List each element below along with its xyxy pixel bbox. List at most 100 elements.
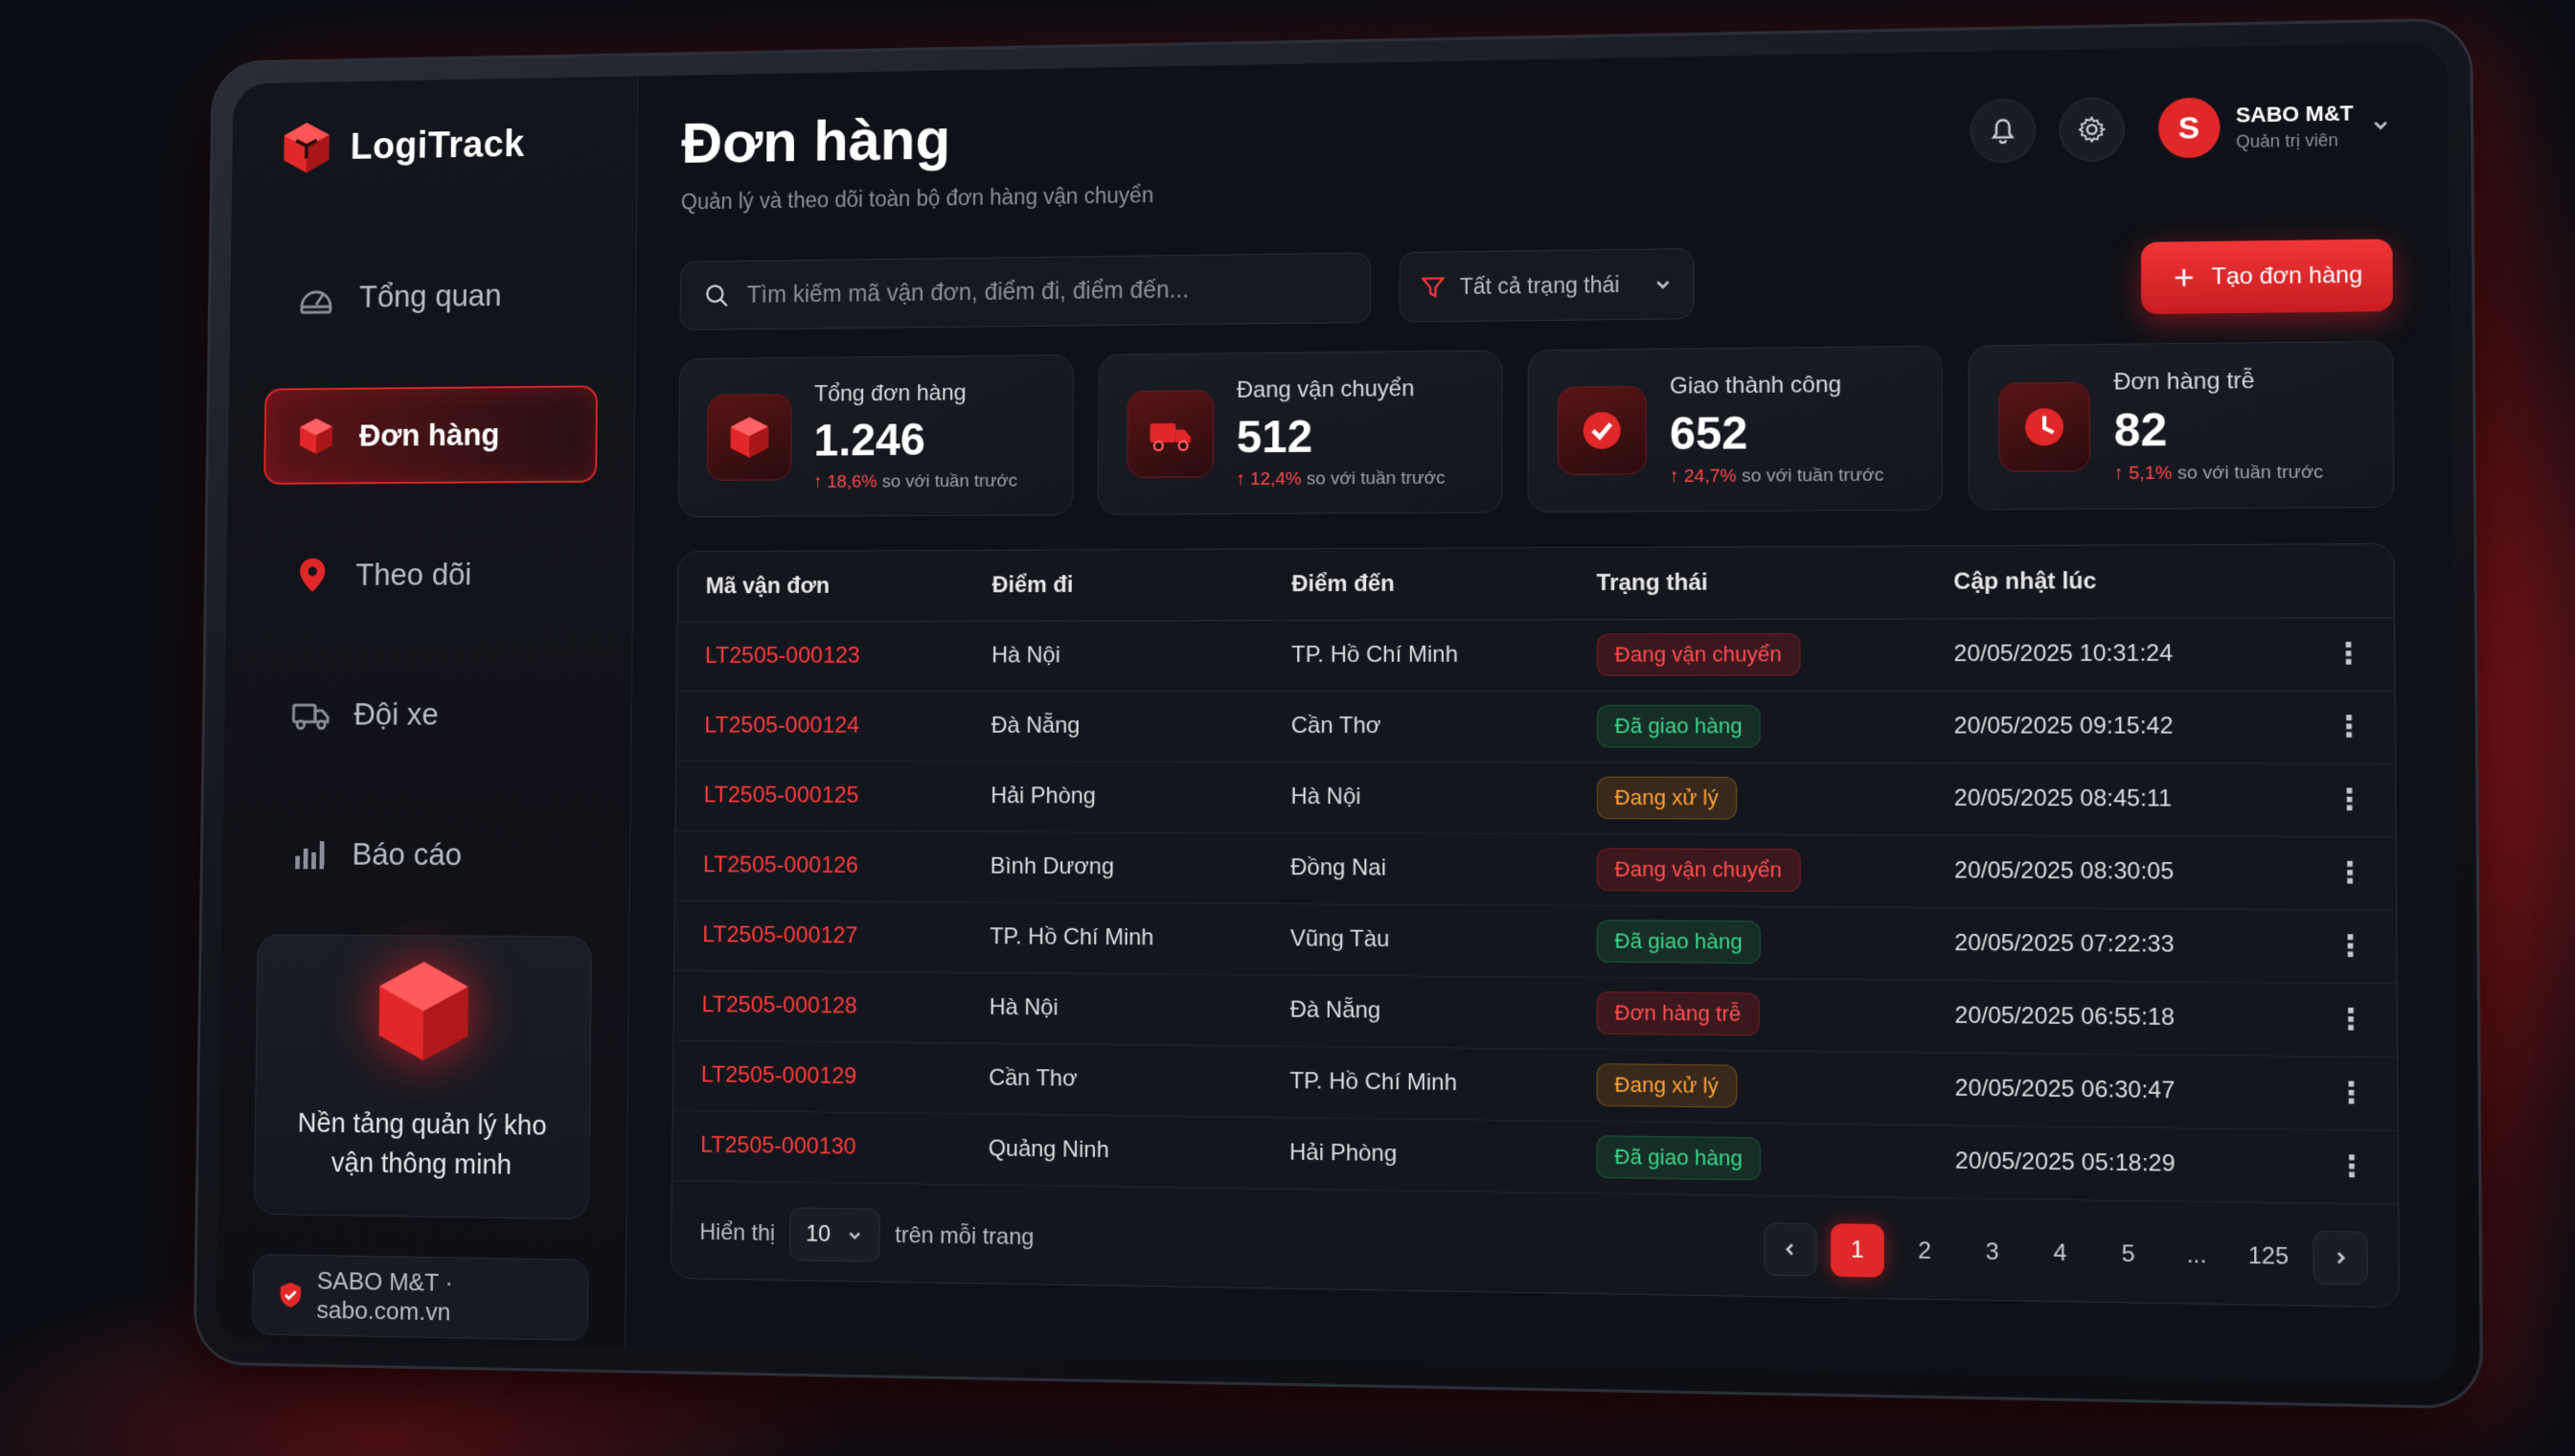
column-header-code[interactable]: Mã vận đơn: [677, 550, 965, 622]
order-code-link[interactable]: LT2505-000130: [672, 1109, 961, 1185]
per-page-control: Hiển thị 10 trên mỗi trang: [699, 1206, 1035, 1264]
stat-delta-value: 12,4%: [1250, 468, 1302, 489]
sidebar-item-overview[interactable]: Tổng quan: [265, 246, 600, 347]
order-code-link[interactable]: LT2505-000124: [676, 691, 964, 762]
page-button-5[interactable]: 5: [2101, 1227, 2155, 1282]
status-cell: Đang vận chuyển: [1566, 833, 1926, 907]
table-row[interactable]: LT2505-000125 Hải Phòng Hà Nội Đang xử l…: [675, 760, 2396, 837]
more-options-icon[interactable]: ⋮: [2303, 617, 2395, 691]
order-code-link[interactable]: LT2505-000123: [676, 621, 965, 692]
page-button-4[interactable]: 4: [2033, 1226, 2087, 1281]
more-options-icon[interactable]: ⋮: [2305, 982, 2398, 1058]
next-page-button[interactable]: [2313, 1230, 2368, 1285]
header-actions: S SABO M&T Quản trị viên: [1970, 92, 2392, 164]
status-cell: Đã giao hàng: [1567, 690, 1925, 762]
stat-value: 512: [1236, 411, 1313, 463]
stat-delta-text: so với tuần trước: [881, 470, 1018, 491]
per-page-select[interactable]: 10: [789, 1206, 880, 1263]
search-placeholder: Tìm kiếm mã vận đơn, điểm đi, điểm đến..…: [746, 276, 1190, 308]
order-code-link[interactable]: LT2505-000126: [674, 830, 963, 902]
stat-card-in-transit[interactable]: Đang vận chuyển 512 ↑ 12,4% so với tuần …: [1097, 350, 1503, 515]
origin-cell: Bình Dương: [961, 830, 1263, 904]
page-button-1[interactable]: 1: [1830, 1222, 1884, 1278]
glowing-cube-icon: [377, 961, 468, 1061]
create-order-label: Tạo đơn hàng: [2211, 262, 2363, 290]
sidebar-item-label: Tổng quan: [358, 277, 502, 314]
more-options-icon[interactable]: ⋮: [2304, 835, 2397, 910]
check-circle-icon: [1557, 385, 1647, 475]
stat-card-late[interactable]: Đơn hàng trễ 82 ↑ 5,1% so với tuần trước: [1968, 340, 2395, 511]
status-badge: Đang xử lý: [1596, 1063, 1738, 1108]
table-row[interactable]: LT2505-000127 TP. Hồ Chí Minh Vũng Tàu Đ…: [674, 899, 2397, 984]
destination-cell: Đà Nẵng: [1261, 974, 1567, 1049]
order-code-link[interactable]: LT2505-000128: [673, 969, 962, 1043]
column-header-updated[interactable]: Cập nhật lúc: [1924, 544, 2304, 619]
table-row[interactable]: LT2505-000124 Đà Nẵng Cần Thơ Đã giao hà…: [676, 690, 2396, 763]
create-order-button[interactable]: Tạo đơn hàng: [2141, 239, 2393, 315]
order-code-link[interactable]: LT2505-000125: [675, 760, 964, 831]
more-options-icon[interactable]: ⋮: [2304, 762, 2396, 837]
filter-label: Tất cả trạng thái: [1459, 271, 1620, 299]
destination-cell: Vũng Tàu: [1261, 903, 1567, 977]
status-cell: Đang xử lý: [1567, 762, 1926, 835]
promo-card: Nền tảng quản lý kho vận thông minh: [253, 934, 593, 1220]
search-input[interactable]: Tìm kiếm mã vận đơn, điểm đi, điểm đến..…: [679, 252, 1372, 330]
status-cell: Đang vận chuyển: [1567, 618, 1925, 691]
sidebar-item-fleet[interactable]: Đội xe: [260, 666, 595, 763]
stat-delta-value: 18,6%: [827, 471, 877, 492]
status-badge: Đang vận chuyển: [1596, 632, 1801, 676]
destination-cell: TP. Hồ Chí Minh: [1261, 1045, 1567, 1121]
page-button-3[interactable]: 3: [1966, 1225, 2019, 1279]
filter-icon: [1422, 277, 1446, 298]
search-icon: [703, 282, 731, 310]
stat-card-delivered[interactable]: Giao thành công 652 ↑ 24,7% so với tuần …: [1527, 345, 1944, 513]
more-options-icon[interactable]: ⋮: [2303, 690, 2396, 763]
prev-page-button[interactable]: [1764, 1221, 1817, 1276]
sidebar: LogiTrack Tổng quan Đơn hàng Theo dõi Độ…: [216, 76, 639, 1350]
status-badge: Đã giao hàng: [1596, 1135, 1762, 1181]
map-pin-icon: [292, 555, 332, 596]
truck-icon: [290, 694, 330, 735]
order-code-link[interactable]: LT2505-000129: [672, 1039, 961, 1114]
gear-icon: [2077, 115, 2107, 145]
column-header-to[interactable]: Điểm đến: [1263, 548, 1568, 621]
stat-delta-value: 5,1%: [2129, 462, 2173, 484]
user-menu[interactable]: S SABO M&T Quản trị viên: [2157, 94, 2392, 159]
brand[interactable]: LogiTrack: [279, 114, 601, 176]
destination-cell: Cần Thơ: [1262, 690, 1568, 762]
avatar: S: [2157, 97, 2221, 159]
trend-up-icon: ↑: [2113, 463, 2130, 484]
table-row[interactable]: LT2505-000126 Bình Dương Đồng Nai Đang v…: [674, 830, 2397, 910]
column-header-from[interactable]: Điểm đi: [964, 549, 1264, 622]
stat-delta-value: 24,7%: [1683, 466, 1737, 487]
chevron-down-icon: [846, 1225, 865, 1244]
column-header-status[interactable]: Trạng thái: [1567, 546, 1925, 620]
page-button-2[interactable]: 2: [1898, 1224, 1951, 1278]
updated-cell: 20/05/2025 08:45:11: [1924, 762, 2305, 836]
sidebar-item-orders[interactable]: Đơn hàng: [263, 385, 599, 485]
origin-cell: Cần Thơ: [960, 1042, 1262, 1117]
stat-card-total[interactable]: Tổng đơn hàng 1.246 ↑ 18,6% so với tuần …: [677, 353, 1075, 518]
status-badge: Đã giao hàng: [1596, 704, 1762, 748]
sidebar-item-label: Báo cáo: [352, 836, 463, 872]
page-ellipsis: ...: [2186, 1240, 2207, 1268]
status-cell: Đơn hàng trễ: [1566, 976, 1926, 1053]
settings-button[interactable]: [2059, 97, 2125, 163]
status-badge: Đã giao hàng: [1596, 920, 1762, 964]
more-options-icon[interactable]: ⋮: [2304, 909, 2397, 984]
status-filter-select[interactable]: Tất cả trạng thái: [1399, 248, 1695, 323]
sidebar-item-tracking[interactable]: Theo dõi: [262, 525, 596, 623]
trend-up-icon: ↑: [1669, 466, 1684, 487]
more-options-icon[interactable]: ⋮: [2305, 1056, 2398, 1130]
status-badge: Đơn hàng trễ: [1596, 991, 1760, 1036]
notification-button[interactable]: [1970, 98, 2036, 164]
page-button-last[interactable]: 125: [2238, 1229, 2299, 1284]
table-row[interactable]: LT2505-000123 Hà Nội TP. Hồ Chí Minh Đan…: [676, 617, 2395, 692]
more-options-icon[interactable]: ⋮: [2306, 1128, 2399, 1204]
order-code-link[interactable]: LT2505-000127: [674, 899, 962, 972]
sidebar-item-reports[interactable]: Báo cáo: [258, 806, 593, 904]
company-badge[interactable]: SABO M&T · sabo.com.vn: [252, 1254, 589, 1341]
promo-text: Nền tảng quản lý kho vận thông minh: [297, 1107, 547, 1181]
bar-chart-icon: [288, 833, 329, 875]
orders-table: Mã vận đơn Điểm đi Điểm đến Trạng thái C…: [672, 544, 2399, 1204]
